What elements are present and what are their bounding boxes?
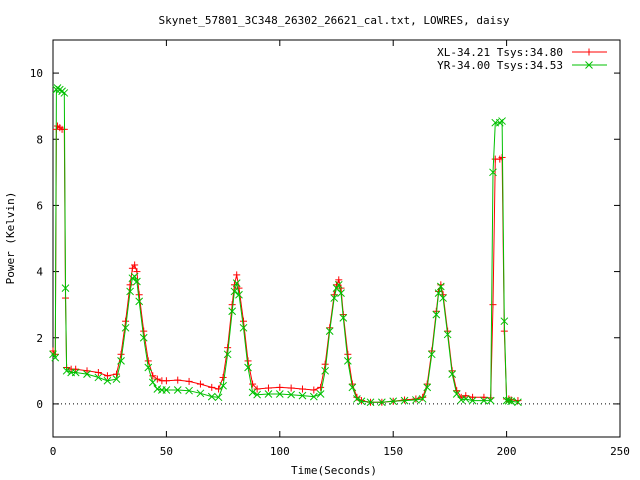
x-tick-label: 50 xyxy=(160,445,173,458)
y-tick-label: 8 xyxy=(36,133,43,146)
data-point xyxy=(148,378,157,387)
series-line xyxy=(52,87,518,403)
data-point xyxy=(117,350,125,358)
data-point xyxy=(174,376,182,384)
data-point xyxy=(126,281,134,289)
data-point xyxy=(489,301,497,309)
data-point xyxy=(244,357,252,365)
data-point xyxy=(298,385,306,393)
legend-label: YR-34.00 Tsys:34.53 xyxy=(437,59,563,72)
data-point xyxy=(208,383,216,391)
y-tick-label: 0 xyxy=(36,398,43,411)
chart-title: Skynet_57801_3C348_26302_26621_cal.txt, … xyxy=(159,14,510,27)
data-point xyxy=(196,389,205,398)
y-axis-label: Power (Kelvin) xyxy=(4,192,17,285)
data-point xyxy=(162,377,170,385)
data-point xyxy=(276,383,284,391)
data-point xyxy=(514,397,522,405)
x-tick-label: 100 xyxy=(270,445,290,458)
x-tick-label: 250 xyxy=(610,445,630,458)
data-point xyxy=(140,327,148,335)
x-tick-label: 0 xyxy=(50,445,57,458)
x-tick-label: 200 xyxy=(497,445,517,458)
data-point xyxy=(287,384,295,392)
data-point xyxy=(317,383,325,391)
series-line xyxy=(52,125,518,403)
plot-frame xyxy=(52,39,621,438)
data-point xyxy=(233,271,241,279)
data-point xyxy=(144,357,152,365)
data-point xyxy=(153,375,161,383)
data-point xyxy=(219,373,227,381)
y-tick-label: 4 xyxy=(36,266,43,279)
x-tick-label: 150 xyxy=(383,445,403,458)
chart: Skynet_57801_3C348_26302_26621_cal.txt, … xyxy=(4,14,630,477)
data-point xyxy=(264,384,272,392)
x-axis-label: Time(Seconds) xyxy=(291,464,377,477)
data-point xyxy=(412,395,420,403)
legend-label: XL-34.21 Tsys:34.80 xyxy=(437,46,563,59)
data-point xyxy=(321,360,329,368)
data-point xyxy=(185,377,193,385)
y-tick-label: 2 xyxy=(36,332,43,345)
data-point xyxy=(480,393,488,401)
y-tick-label: 10 xyxy=(30,67,43,80)
data-point xyxy=(122,317,130,325)
data-point xyxy=(310,386,318,394)
data-point xyxy=(196,380,204,388)
y-tick-label: 6 xyxy=(36,199,43,212)
data-point xyxy=(72,365,80,373)
legend-marker xyxy=(585,48,593,56)
data-point xyxy=(240,317,248,325)
